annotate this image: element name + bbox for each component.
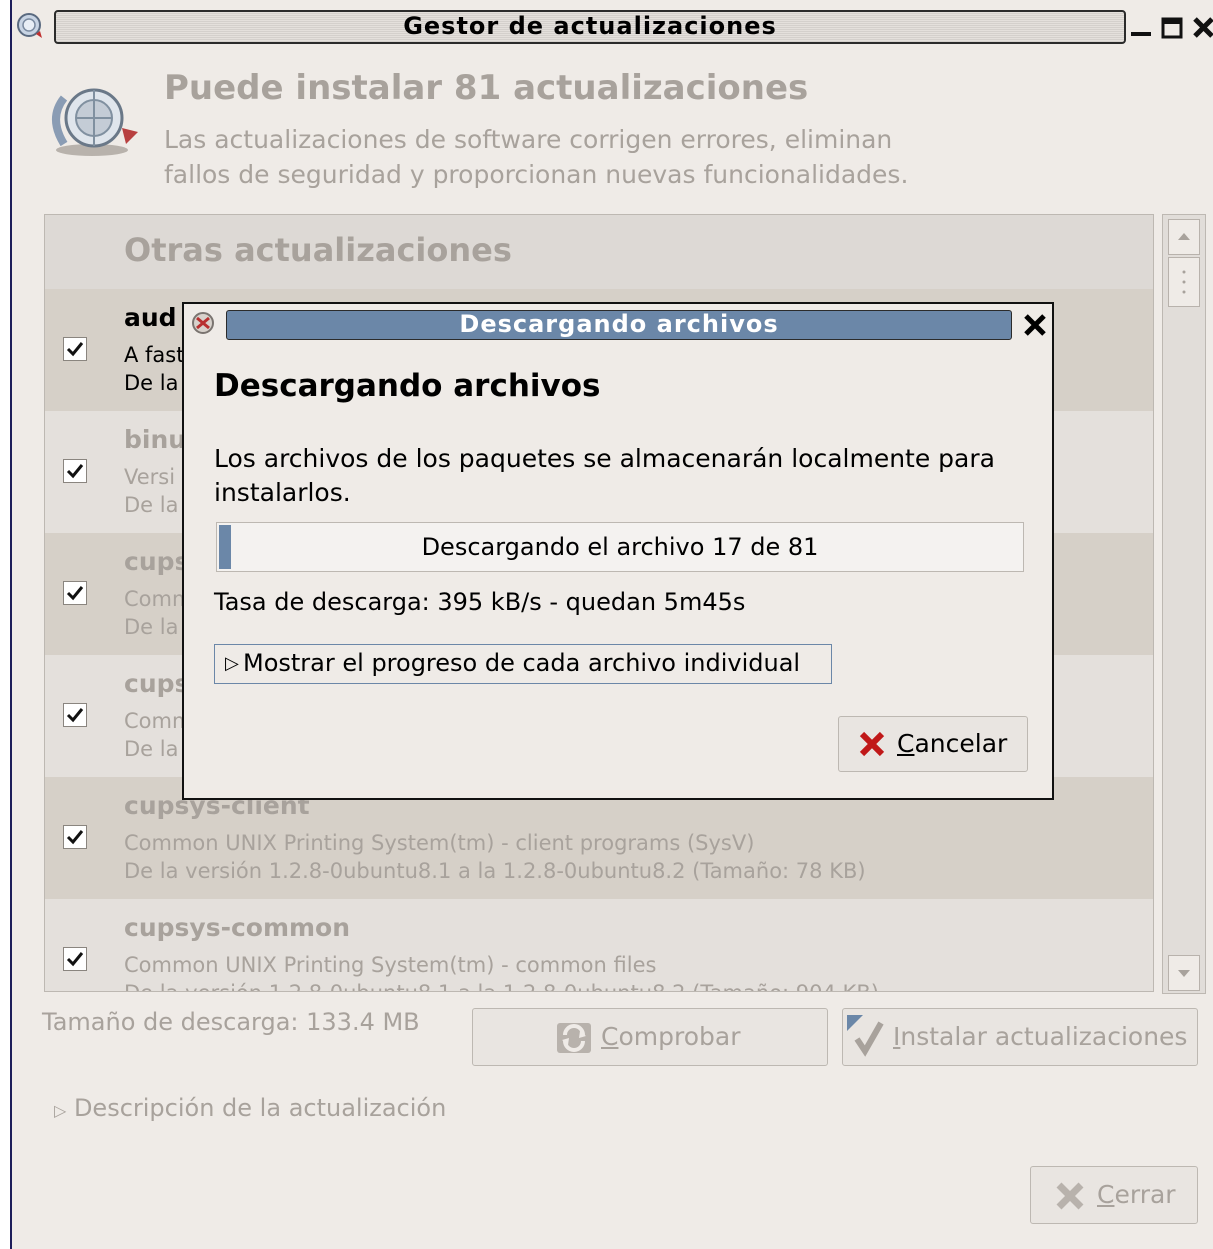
window-title: Gestor de actualizaciones xyxy=(403,12,777,40)
update-checkbox[interactable] xyxy=(63,947,87,971)
scroll-thumb[interactable] xyxy=(1168,257,1200,307)
mnemonic: C xyxy=(897,729,915,758)
dialog-text: Los archivos de los paquetes se almacena… xyxy=(214,444,995,507)
section-title: Otras actualizaciones xyxy=(124,231,512,269)
progress-text: Descargando el archivo 17 de 81 xyxy=(421,533,819,561)
package-name: aud xyxy=(124,303,177,332)
update-checkbox[interactable] xyxy=(63,703,87,727)
close-icon[interactable] xyxy=(1022,312,1048,338)
mnemonic: C xyxy=(1097,1180,1115,1209)
install-button-label: Instalar actualizaciones xyxy=(893,1009,1187,1065)
package-icon[interactable] xyxy=(188,308,218,338)
label-rest: errar xyxy=(1114,1180,1176,1209)
close-icon[interactable] xyxy=(1192,14,1213,40)
expander-label: Mostrar el progreso de cada archivo indi… xyxy=(243,649,801,677)
close-button[interactable]: Cerrar xyxy=(1030,1166,1198,1224)
description-expander[interactable]: ▷ Descripción de la actualización xyxy=(54,1094,446,1122)
update-checkbox[interactable] xyxy=(63,825,87,849)
checkmark-icon xyxy=(66,586,84,601)
list-item[interactable]: cupsys-common Common UNIX Printing Syste… xyxy=(45,899,1153,991)
update-checkbox[interactable] xyxy=(63,459,87,483)
package-summary: Common UNIX Printing System(tm) - common… xyxy=(124,953,657,977)
label-rest: omprobar xyxy=(618,1022,741,1051)
expander-label: Descripción de la actualización xyxy=(73,1094,447,1122)
checkmark-icon xyxy=(66,342,84,357)
download-progress-bar: Descargando el archivo 17 de 81 xyxy=(216,522,1024,572)
package-version: De la xyxy=(124,615,179,639)
update-globe-icon xyxy=(52,88,138,156)
update-checkbox[interactable] xyxy=(63,337,87,361)
package-name: cupsys-common xyxy=(124,913,351,942)
label-rest: nstalar actualizaciones xyxy=(900,1022,1188,1051)
cancel-button[interactable]: Cancelar xyxy=(838,716,1028,772)
label-rest: ancelar xyxy=(914,729,1008,758)
globe-icon[interactable] xyxy=(14,10,44,40)
header-title: Puede instalar 81 actualizaciones xyxy=(164,68,809,108)
package-version: De la versión 1.2.8-0ubuntu8.1 a la 1.2.… xyxy=(124,981,879,991)
close-x-icon xyxy=(1056,1182,1084,1210)
checkmark-icon xyxy=(66,952,84,967)
package-summary: Versi xyxy=(124,465,176,489)
install-icon xyxy=(847,1015,884,1057)
package-version: De la xyxy=(124,493,179,517)
scroll-up-button[interactable] xyxy=(1168,219,1200,255)
package-version: De la versión 1.2.8-0ubuntu8.1 a la 1.2.… xyxy=(124,859,866,883)
mnemonic: C xyxy=(601,1022,619,1051)
checkmark-icon xyxy=(66,830,84,845)
cancel-button-label: Cancelar xyxy=(897,717,1007,771)
list-section-heading: Otras actualizaciones xyxy=(45,215,1153,289)
download-size: Tamaño de descarga: 133.4 MB xyxy=(42,1008,420,1036)
check-button[interactable]: Comprobar xyxy=(472,1008,828,1066)
checkmark-icon xyxy=(66,708,84,723)
title-bar: Gestor de actualizaciones xyxy=(12,0,1213,46)
package-version: De la xyxy=(124,371,179,395)
minimize-icon[interactable] xyxy=(1129,18,1153,38)
dialog-heading: Descargando archivos xyxy=(214,368,601,404)
expander-arrow-icon: ▷ xyxy=(225,653,239,674)
update-checkbox[interactable] xyxy=(63,581,87,605)
vertical-scrollbar[interactable] xyxy=(1162,214,1206,994)
expander-arrow-icon: ▷ xyxy=(54,1101,67,1120)
close-button-label: Cerrar xyxy=(1097,1167,1176,1223)
package-version: De la xyxy=(124,737,179,761)
check-button-label: Comprobar xyxy=(601,1009,740,1065)
per-file-progress-expander[interactable]: ▷ Mostrar el progreso de cada archivo in… xyxy=(214,644,832,684)
header-description: Las actualizaciones de software corrigen… xyxy=(164,125,909,189)
download-dialog: Descargando archivos Descargando archivo… xyxy=(182,302,1054,800)
checkmark-icon xyxy=(66,464,84,479)
download-rate: Tasa de descarga: 395 kB/s - quedan 5m45… xyxy=(214,588,746,616)
install-updates-button[interactable]: Instalar actualizaciones xyxy=(842,1008,1198,1066)
package-name: cups xyxy=(124,547,190,576)
arrow-up-icon xyxy=(1178,233,1190,240)
package-summary: Common UNIX Printing System(tm) - client… xyxy=(124,831,755,855)
grip-icon xyxy=(1182,270,1186,294)
package-summary: A fast xyxy=(124,343,185,367)
package-name: binu xyxy=(124,425,187,454)
dialog-title: Descargando archivos xyxy=(459,310,779,338)
scroll-down-button[interactable] xyxy=(1168,955,1200,991)
package-name: cups xyxy=(124,669,190,698)
maximize-icon[interactable] xyxy=(1160,16,1184,40)
cancel-icon xyxy=(859,731,885,757)
arrow-down-icon xyxy=(1178,970,1190,977)
refresh-icon xyxy=(557,1023,591,1053)
